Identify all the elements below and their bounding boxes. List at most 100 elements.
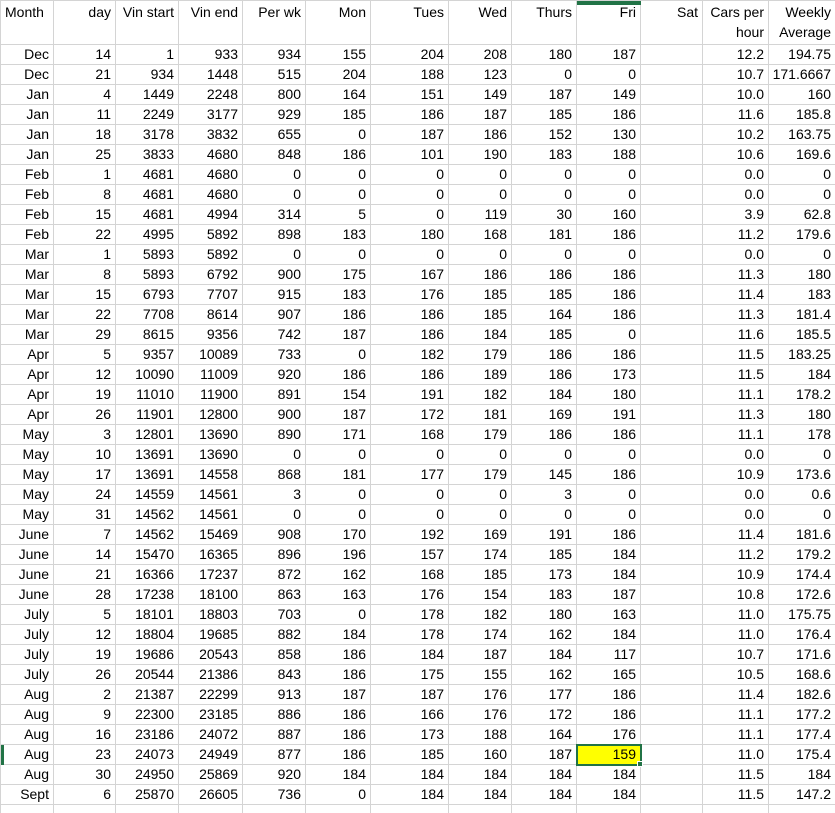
cell[interactable]: 19 — [54, 385, 116, 405]
column-header-weekly-average[interactable]: Weekly Average — [769, 1, 835, 45]
cell[interactable]: 14562 — [116, 505, 179, 525]
cell[interactable]: Sept — [1, 785, 54, 805]
cell[interactable]: 0 — [449, 185, 512, 205]
cell[interactable]: 868 — [243, 465, 306, 485]
cell[interactable]: 0 — [371, 505, 449, 525]
column-header-wed[interactable]: Wed — [449, 1, 512, 45]
cell[interactable]: 186 — [512, 425, 577, 445]
column-header-thurs[interactable]: Thurs — [512, 1, 577, 45]
cell[interactable] — [641, 165, 703, 185]
cell[interactable] — [641, 705, 703, 725]
cell[interactable]: 182.6 — [769, 685, 835, 705]
cell[interactable]: 184 — [512, 785, 577, 805]
cell[interactable]: May — [1, 505, 54, 525]
cell[interactable]: 172.6 — [769, 585, 835, 605]
cell[interactable]: 165 — [577, 665, 641, 685]
cell[interactable]: 0 — [512, 445, 577, 465]
cell[interactable]: 187 — [306, 325, 371, 345]
cell[interactable]: July — [1, 625, 54, 645]
cell[interactable]: 0 — [512, 165, 577, 185]
cell[interactable]: 843 — [243, 665, 306, 685]
cell[interactable]: 178 — [371, 605, 449, 625]
cell[interactable]: 163 — [577, 605, 641, 625]
cell[interactable]: 181 — [449, 405, 512, 425]
cell[interactable]: 12 — [54, 625, 116, 645]
cell[interactable]: 186 — [512, 365, 577, 385]
cell[interactable]: 4680 — [179, 145, 243, 165]
cell[interactable]: 0.0 — [703, 165, 769, 185]
cell[interactable]: Apr — [1, 365, 54, 385]
cell[interactable]: 19685 — [179, 625, 243, 645]
cell[interactable]: 5892 — [179, 225, 243, 245]
cell[interactable]: 4680 — [179, 165, 243, 185]
cell[interactable]: 101 — [371, 145, 449, 165]
cell[interactable] — [641, 445, 703, 465]
cell[interactable]: 147.2 — [769, 785, 835, 805]
cell[interactable]: 152 — [512, 125, 577, 145]
cell[interactable]: Feb — [1, 185, 54, 205]
cell[interactable]: 3 — [54, 425, 116, 445]
cell[interactable]: 5 — [54, 605, 116, 625]
cell[interactable]: 2 — [54, 685, 116, 705]
cell[interactable]: 190 — [449, 145, 512, 165]
cell[interactable]: June — [1, 545, 54, 565]
cell[interactable]: 145 — [512, 465, 577, 485]
cell[interactable]: Aug — [1, 725, 54, 745]
cell[interactable]: 154 — [449, 585, 512, 605]
cell[interactable]: 187 — [371, 685, 449, 705]
cell[interactable]: 15469 — [179, 525, 243, 545]
cell[interactable]: 155 — [449, 665, 512, 685]
cell[interactable]: 185 — [512, 545, 577, 565]
cell[interactable]: 0 — [306, 785, 371, 805]
cell[interactable]: 162 — [306, 565, 371, 585]
cell[interactable]: Feb — [1, 165, 54, 185]
cell[interactable]: 180 — [769, 265, 835, 285]
cell[interactable]: 181.4 — [769, 305, 835, 325]
cell[interactable]: Aug — [1, 705, 54, 725]
cell[interactable]: 162 — [512, 625, 577, 645]
cell[interactable]: 0 — [449, 485, 512, 505]
cell[interactable]: 164 — [512, 305, 577, 325]
cell[interactable]: 184 — [577, 765, 641, 785]
cell[interactable]: 11901 — [116, 405, 179, 425]
cell[interactable]: 8 — [54, 265, 116, 285]
cell[interactable]: 186 — [512, 345, 577, 365]
cell[interactable]: 176 — [449, 705, 512, 725]
cell[interactable]: 163.75 — [769, 125, 835, 145]
cell[interactable]: 0 — [577, 185, 641, 205]
cell[interactable]: 10.7 — [703, 645, 769, 665]
cell[interactable]: 22 — [54, 305, 116, 325]
cell[interactable]: 162 — [512, 665, 577, 685]
cell[interactable]: 11.3 — [703, 265, 769, 285]
cell[interactable]: 191 — [577, 405, 641, 425]
cell[interactable]: 733 — [243, 345, 306, 365]
cell[interactable]: 173 — [577, 365, 641, 385]
cell[interactable]: 12.2 — [703, 45, 769, 65]
cell[interactable]: 160 — [577, 205, 641, 225]
cell[interactable]: 186 — [577, 105, 641, 125]
cell[interactable]: 186 — [306, 145, 371, 165]
column-header-day[interactable]: day — [54, 1, 116, 45]
cell[interactable]: 130 — [577, 125, 641, 145]
cell[interactable]: 26605 — [179, 785, 243, 805]
cell[interactable]: 186 — [306, 745, 371, 765]
cell[interactable]: May — [1, 425, 54, 445]
cell[interactable]: 14561 — [179, 485, 243, 505]
cell[interactable]: 0 — [371, 245, 449, 265]
cell[interactable]: 187 — [577, 585, 641, 605]
cell[interactable] — [641, 185, 703, 205]
cell[interactable]: 151 — [371, 85, 449, 105]
cell[interactable]: 15470 — [116, 545, 179, 565]
cell[interactable]: 3178 — [116, 125, 179, 145]
cell[interactable]: 11.5 — [703, 765, 769, 785]
cell[interactable]: 30 — [512, 205, 577, 225]
cell[interactable]: 185 — [512, 105, 577, 125]
cell[interactable]: 15 — [54, 285, 116, 305]
cell[interactable]: 0 — [769, 505, 835, 525]
cell[interactable] — [641, 85, 703, 105]
cell[interactable]: 0 — [769, 185, 835, 205]
cell[interactable]: 29 — [54, 325, 116, 345]
cell[interactable]: 186 — [449, 125, 512, 145]
cell[interactable]: 186 — [371, 305, 449, 325]
cell[interactable]: June — [1, 525, 54, 545]
